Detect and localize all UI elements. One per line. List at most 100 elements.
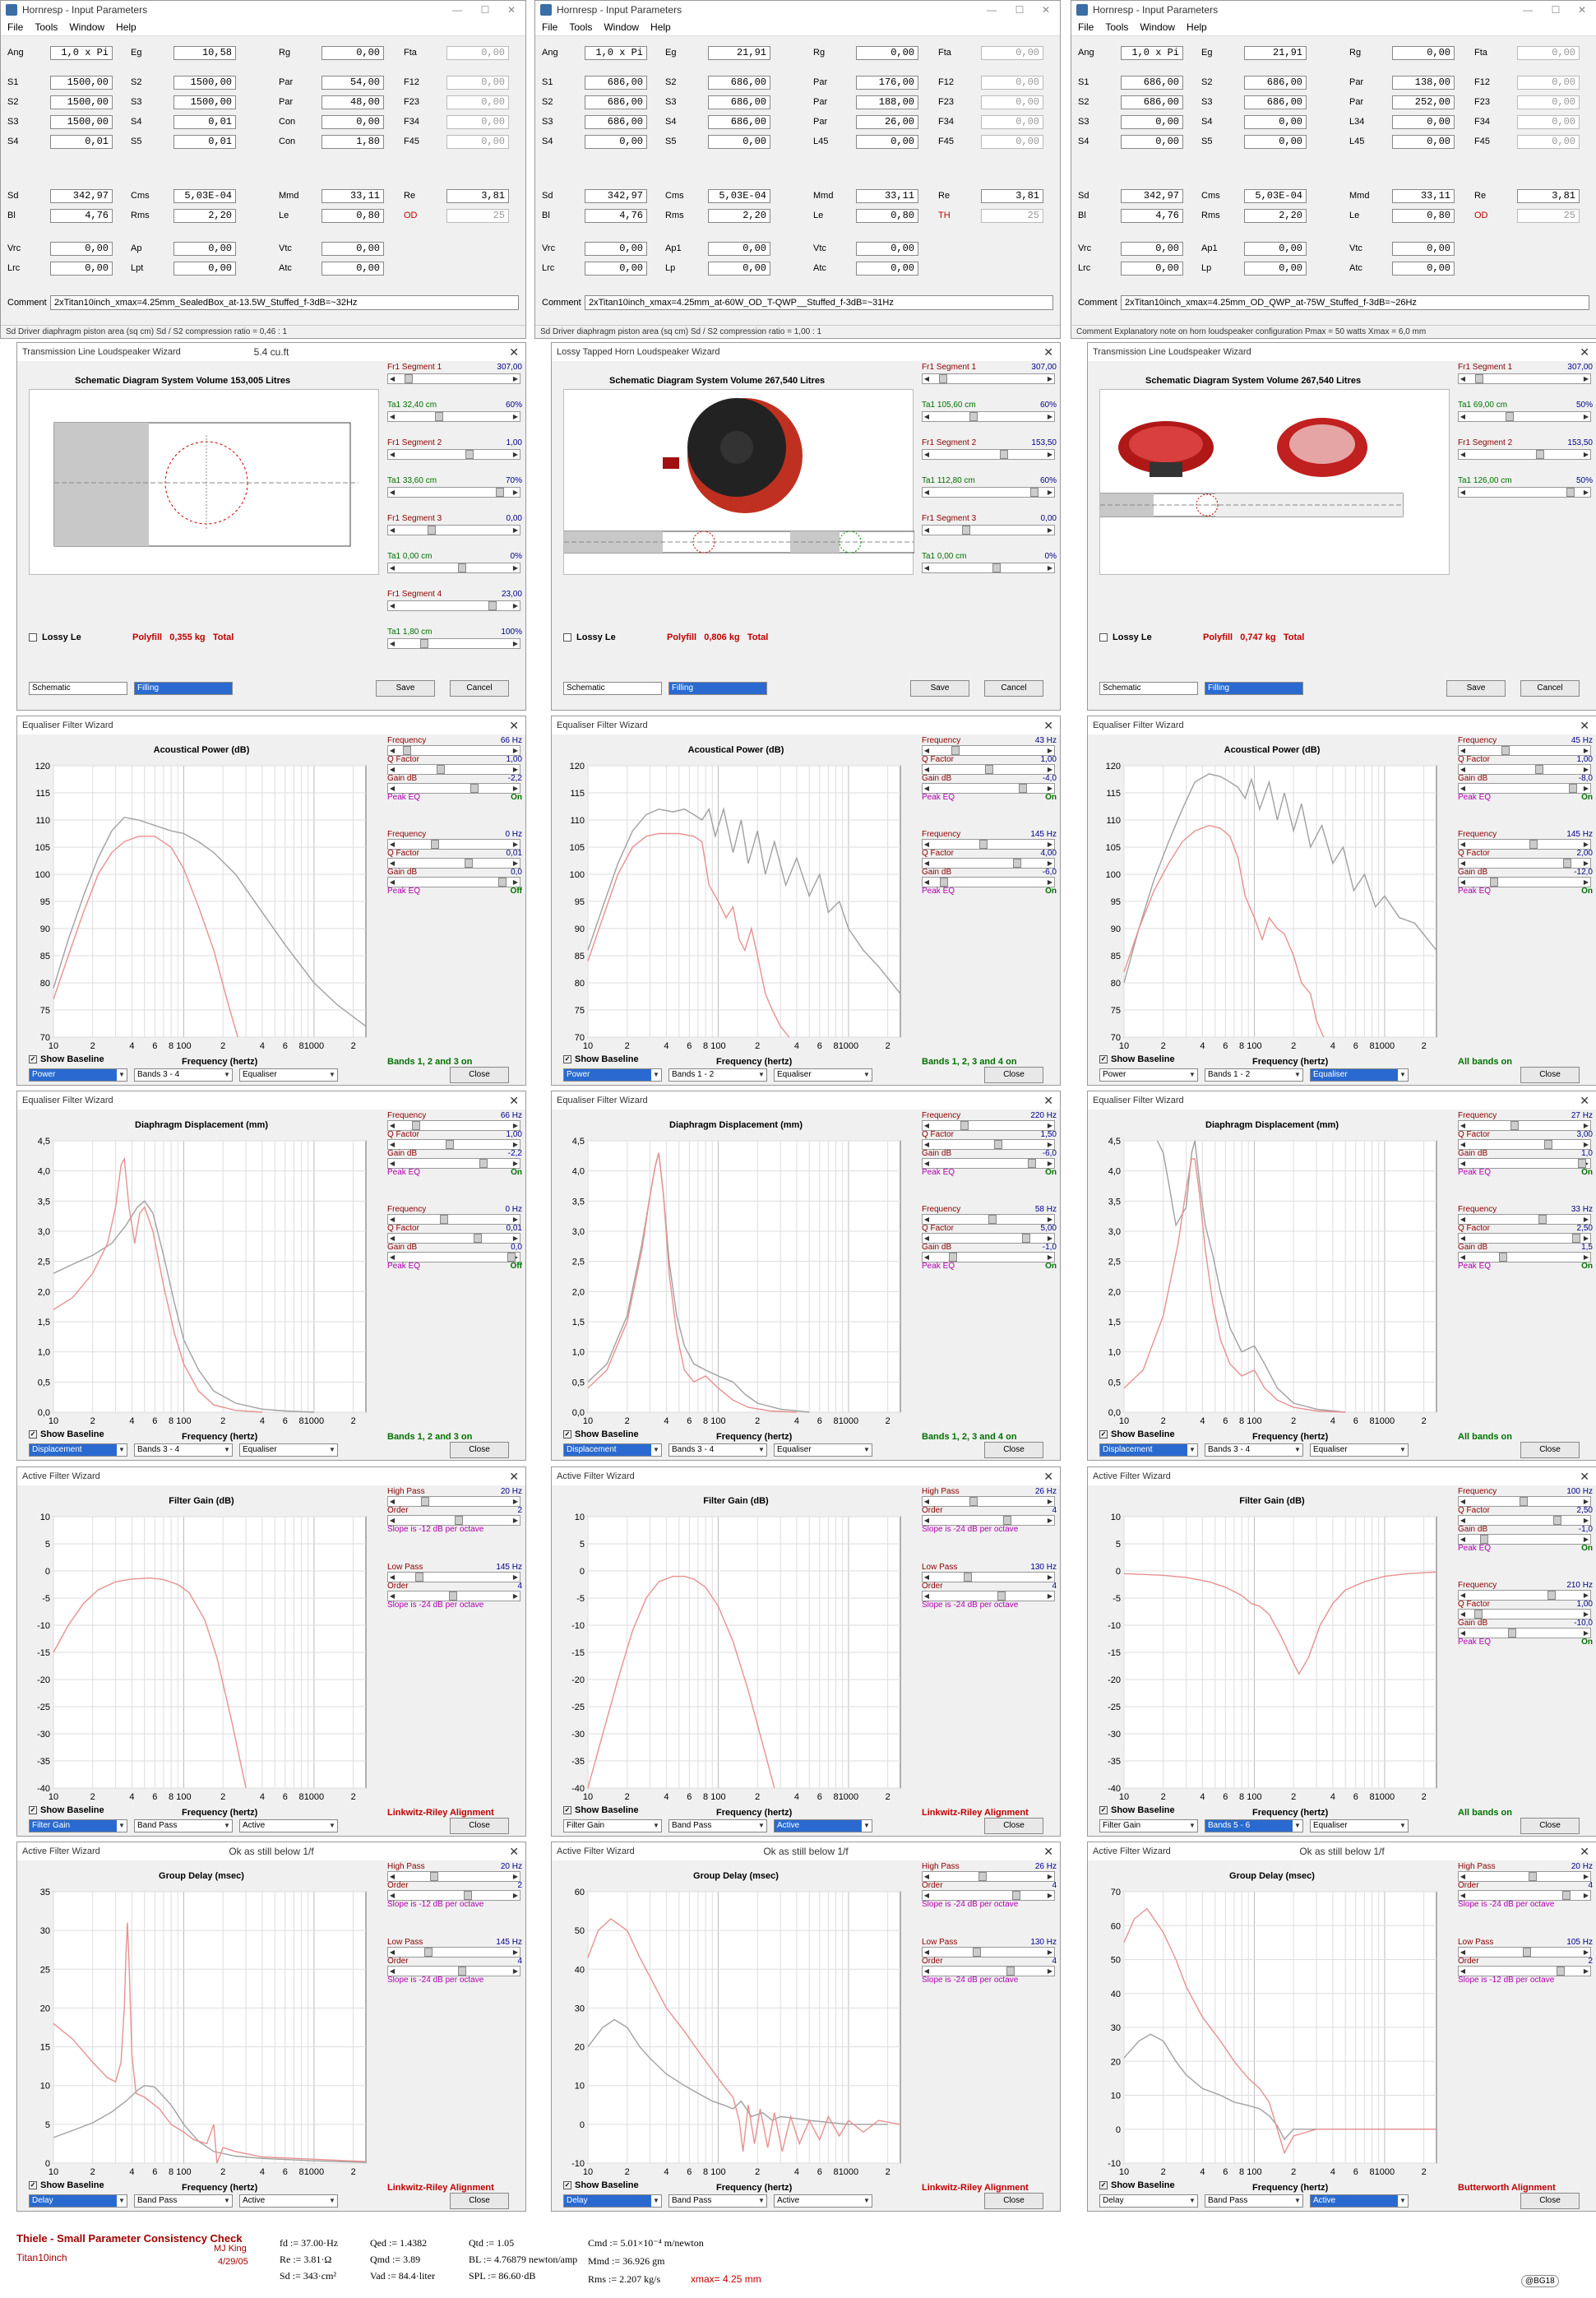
slider-thumb[interactable] xyxy=(1480,1535,1488,1544)
segment-slider[interactable]: ◀ ▶ xyxy=(922,411,1055,422)
arrow-left-icon[interactable]: ◀ xyxy=(923,784,931,793)
checkbox-icon[interactable]: ✓ xyxy=(29,1806,37,1815)
arrow-right-icon[interactable]: ▶ xyxy=(1046,859,1054,868)
arrow-right-icon[interactable]: ▶ xyxy=(511,784,520,793)
param-field-th[interactable]: 25 xyxy=(981,209,1043,223)
segment-slider[interactable]: ◀ ▶ xyxy=(387,525,520,535)
slider-thumb[interactable] xyxy=(440,1215,448,1224)
slider-thumb[interactable] xyxy=(430,1872,438,1881)
arrow-left-icon[interactable]: ◀ xyxy=(1459,412,1467,421)
slider-thumb[interactable] xyxy=(1572,1234,1580,1243)
arrow-left-icon[interactable]: ◀ xyxy=(388,1967,396,1976)
band-select[interactable]: Bands 3 - 4 ▼ xyxy=(1205,1443,1303,1457)
view-select[interactable]: Displacement ▼ xyxy=(563,1443,662,1457)
param-field-ap1[interactable]: 0,00 xyxy=(1244,242,1307,256)
slider-thumb[interactable] xyxy=(1538,1215,1547,1224)
slider-thumb[interactable] xyxy=(1475,374,1483,383)
segment-slider[interactable]: ◀ ▶ xyxy=(1458,411,1591,422)
arrow-left-icon[interactable]: ◀ xyxy=(388,563,396,572)
arrow-right-icon[interactable]: ▶ xyxy=(1046,1591,1054,1601)
arrow-right-icon[interactable]: ▶ xyxy=(1046,526,1054,535)
minimize-icon[interactable]: — xyxy=(1515,1,1540,19)
arrow-left-icon[interactable]: ◀ xyxy=(388,488,396,497)
arrow-left-icon[interactable]: ◀ xyxy=(1459,1121,1467,1130)
slider-thumb[interactable] xyxy=(435,412,443,421)
arrow-left-icon[interactable]: ◀ xyxy=(1459,1891,1467,1900)
chevron-down-icon[interactable]: ▼ xyxy=(651,1444,661,1456)
menu-item-tools[interactable]: Tools xyxy=(569,21,592,33)
cancel-button[interactable]: Cancel xyxy=(1520,680,1580,697)
arrow-right-icon[interactable]: ▶ xyxy=(511,746,520,755)
show-baseline-checkbox[interactable]: ✓ Show Baseline xyxy=(563,1805,639,1815)
param-field-vrc[interactable]: 0,00 xyxy=(585,242,647,256)
chevron-down-icon[interactable]: ▼ xyxy=(756,2195,766,2207)
band-select[interactable]: Band Pass ▼ xyxy=(668,1819,767,1832)
show-baseline-checkbox[interactable]: ✓ Show Baseline xyxy=(29,1805,104,1815)
arrow-left-icon[interactable]: ◀ xyxy=(388,639,396,648)
param-field-re[interactable]: 3,81 xyxy=(446,189,509,203)
arrow-left-icon[interactable]: ◀ xyxy=(1459,1535,1467,1544)
slider-thumb[interactable] xyxy=(1578,1159,1586,1168)
slider-thumb[interactable] xyxy=(1474,1610,1483,1619)
show-baseline-checkbox[interactable]: ✓ Show Baseline xyxy=(1099,1429,1175,1439)
show-baseline-checkbox[interactable]: ✓ Show Baseline xyxy=(563,1429,639,1439)
arrow-right-icon[interactable]: ▶ xyxy=(1046,1891,1054,1900)
param-field-l45[interactable]: 0,00 xyxy=(856,135,918,149)
arrow-left-icon[interactable]: ◀ xyxy=(923,840,931,849)
param-field-s2[interactable]: 686,00 xyxy=(585,95,647,109)
arrow-left-icon[interactable]: ◀ xyxy=(923,1573,931,1582)
slider-thumb[interactable] xyxy=(431,840,439,849)
segment-slider[interactable]: ◀ ▶ xyxy=(387,600,520,611)
arrow-right-icon[interactable]: ▶ xyxy=(511,488,520,497)
band-select[interactable]: Bands 1 - 2 ▼ xyxy=(1205,1068,1303,1082)
arrow-right-icon[interactable]: ▶ xyxy=(511,563,520,572)
mode-select[interactable]: Active ▼ xyxy=(1310,2194,1409,2208)
arrow-left-icon[interactable]: ◀ xyxy=(388,1215,396,1224)
param-field-s4[interactable]: 0,01 xyxy=(50,135,113,149)
slider-thumb[interactable] xyxy=(1510,1121,1519,1130)
view-select[interactable]: Schematic xyxy=(563,682,662,695)
slider-thumb[interactable] xyxy=(415,1573,423,1582)
arrow-left-icon[interactable]: ◀ xyxy=(388,765,396,774)
slider-thumb[interactable] xyxy=(1501,746,1510,755)
slider-thumb[interactable] xyxy=(412,1121,420,1130)
param-field-vrc[interactable]: 0,00 xyxy=(50,242,113,256)
param-field-od[interactable]: 25 xyxy=(1517,209,1580,223)
mode-select[interactable]: Equaliser ▼ xyxy=(239,1443,338,1457)
param-field-f23[interactable]: 0,00 xyxy=(446,95,509,109)
arrow-left-icon[interactable]: ◀ xyxy=(923,412,931,421)
param-field-ang[interactable]: 1,0 x Pi xyxy=(1121,46,1183,60)
slider-thumb[interactable] xyxy=(1535,765,1543,774)
slider-thumb[interactable] xyxy=(470,784,479,793)
arrow-right-icon[interactable]: ▶ xyxy=(511,601,520,610)
band-select[interactable]: Bands 3 - 4 ▼ xyxy=(134,1068,233,1082)
slider-thumb[interactable] xyxy=(1013,859,1021,868)
slider-thumb[interactable] xyxy=(421,1497,429,1506)
slider-thumb[interactable] xyxy=(1536,450,1544,459)
band-select[interactable]: Bands 1 - 2 ▼ xyxy=(668,1068,767,1082)
arrow-left-icon[interactable]: ◀ xyxy=(923,1140,931,1149)
param-field-s3[interactable]: 686,00 xyxy=(1244,95,1307,109)
arrow-right-icon[interactable]: ▶ xyxy=(511,1591,520,1601)
close-button[interactable]: Close xyxy=(1520,1818,1580,1834)
param-field-s3[interactable]: 0,00 xyxy=(1121,115,1183,129)
segment-slider[interactable]: ◀ ▶ xyxy=(387,373,520,384)
cancel-button[interactable]: Cancel xyxy=(984,680,1043,697)
arrow-right-icon[interactable]: ▶ xyxy=(1582,1535,1590,1544)
band-select[interactable]: Band Pass ▼ xyxy=(668,2194,767,2208)
slider-thumb[interactable] xyxy=(1553,1516,1561,1525)
arrow-right-icon[interactable]: ▶ xyxy=(511,840,520,849)
chevron-down-icon[interactable]: ▼ xyxy=(756,1069,766,1081)
slider-thumb[interactable] xyxy=(1520,1497,1528,1506)
chevron-down-icon[interactable]: ▼ xyxy=(327,1820,337,1832)
arrow-right-icon[interactable]: ▶ xyxy=(1582,1253,1590,1262)
slider-thumb[interactable] xyxy=(940,878,948,887)
slider-thumb[interactable] xyxy=(1028,1159,1036,1168)
arrow-left-icon[interactable]: ◀ xyxy=(388,784,396,793)
arrow-right-icon[interactable]: ▶ xyxy=(511,1140,520,1149)
arrow-left-icon[interactable]: ◀ xyxy=(1459,765,1467,774)
band-select[interactable]: Bands 3 - 4 ▼ xyxy=(134,1443,233,1457)
slider-thumb[interactable] xyxy=(1490,878,1498,887)
param-field-vtc[interactable]: 0,00 xyxy=(1392,242,1455,256)
slider-thumb[interactable] xyxy=(507,1253,516,1262)
